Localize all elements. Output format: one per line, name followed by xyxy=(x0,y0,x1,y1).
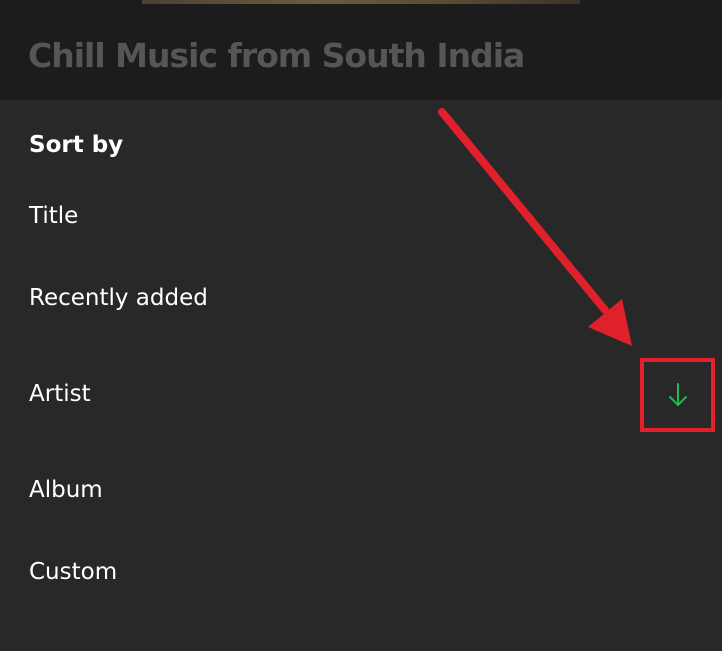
sort-option-custom[interactable]: Custom xyxy=(0,541,722,601)
sort-option-title[interactable]: Title xyxy=(0,185,722,245)
sort-option-recently-added[interactable]: Recently added xyxy=(0,267,722,327)
sort-option-label: Custom xyxy=(29,559,118,585)
sort-option-label: Album xyxy=(29,477,103,503)
sort-screen: Chill Music from South India Sort by Tit… xyxy=(0,0,722,651)
sort-option-label: Title xyxy=(29,203,79,229)
playlist-header: Chill Music from South India xyxy=(0,0,722,100)
sort-option-label: Artist xyxy=(29,381,91,407)
sort-option-artist[interactable]: Artist xyxy=(0,363,722,423)
sort-direction-toggle[interactable] xyxy=(641,359,714,430)
arrow-down-icon xyxy=(668,382,687,406)
sort-by-sheet: Sort by Title Recently added Artist Albu… xyxy=(0,100,722,651)
sort-by-heading: Sort by xyxy=(29,132,124,158)
sort-option-album[interactable]: Album xyxy=(0,459,722,519)
sort-option-label: Recently added xyxy=(29,285,208,311)
playlist-cover-strip xyxy=(142,0,580,4)
playlist-title: Chill Music from South India xyxy=(28,36,525,75)
